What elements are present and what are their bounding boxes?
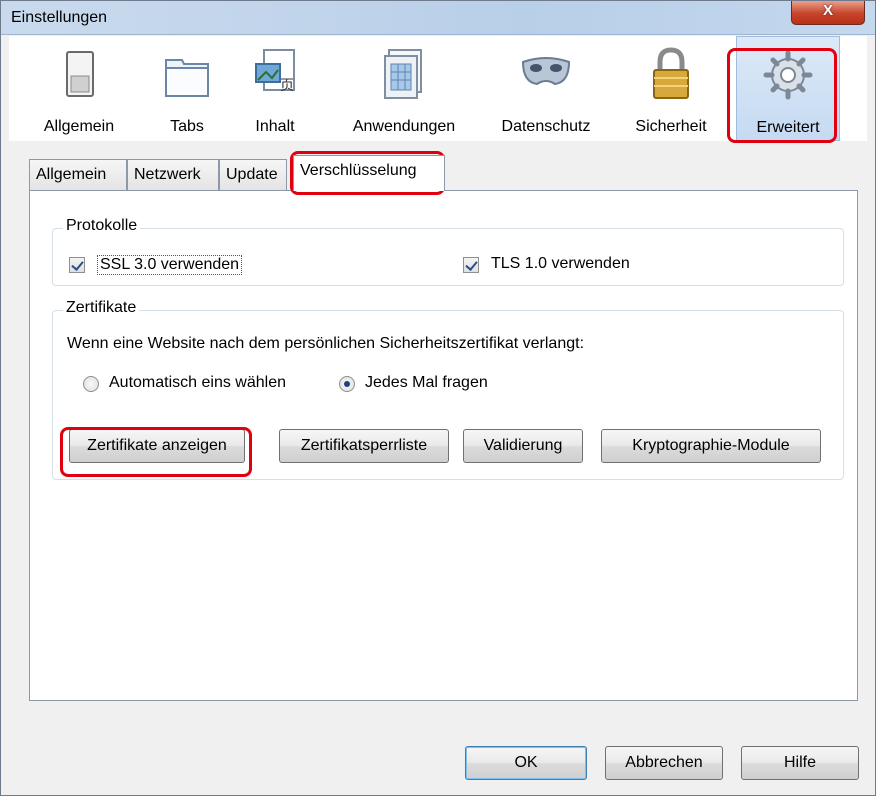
content-icon: 页 — [255, 49, 295, 94]
mask-icon — [521, 57, 571, 86]
toolbar-label: Anwendungen — [352, 118, 456, 135]
validation-button[interactable]: Validierung — [463, 429, 583, 463]
tab-update[interactable]: Update — [219, 159, 287, 191]
gear-icon — [763, 50, 813, 100]
tls-checkbox[interactable] — [463, 257, 479, 273]
crypto-modules-button[interactable]: Kryptographie-Module — [601, 429, 821, 463]
toolbar-item-allgemein[interactable]: Allgemein — [31, 36, 127, 141]
toolbar-item-sicherheit[interactable]: Sicherheit — [625, 36, 717, 141]
ok-button[interactable]: OK — [465, 746, 587, 780]
radio-auto-select[interactable] — [83, 376, 99, 392]
cancel-button[interactable]: Abbrechen — [605, 746, 723, 780]
toolbar-label: Erweitert — [756, 119, 820, 136]
category-toolbar: Allgemein Tabs 页 Inhalt Anwendungen Date… — [9, 36, 867, 141]
toolbar-label: Allgemein — [43, 118, 115, 135]
encryption-panel: Protokolle SSL 3.0 verwenden TLS 1.0 ver… — [29, 190, 858, 701]
toolbar-item-tabs[interactable]: Tabs — [147, 36, 227, 141]
switch-icon — [66, 51, 94, 97]
radio-ask-label[interactable]: Jedes Mal fragen — [365, 374, 488, 392]
tab-verschluesselung[interactable]: Verschlüsselung — [293, 155, 445, 191]
tabs-icon — [165, 59, 209, 97]
window-title: Einstellungen — [11, 9, 108, 26]
certificates-group-title: Zertifikate — [63, 299, 140, 317]
certificate-prompt: Wenn eine Website nach dem persönlichen … — [67, 335, 585, 352]
protocols-group: Protokolle SSL 3.0 verwenden TLS 1.0 ver… — [52, 217, 844, 286]
toolbar-item-anwendungen[interactable]: Anwendungen — [339, 36, 469, 141]
radio-auto-label[interactable]: Automatisch eins wählen — [109, 374, 286, 392]
toolbar-item-erweitert[interactable]: Erweitert — [736, 36, 840, 141]
radio-ask-every-time[interactable] — [339, 376, 355, 392]
view-certificates-button[interactable]: Zertifikate anzeigen — [69, 429, 245, 463]
protocols-group-title: Protokolle — [63, 217, 141, 235]
toolbar-label: Inhalt — [255, 118, 295, 135]
ssl-checkbox[interactable] — [69, 257, 85, 273]
toolbar-item-inhalt[interactable]: 页 Inhalt — [237, 36, 313, 141]
revocation-list-button[interactable]: Zertifikatsperrliste — [279, 429, 449, 463]
close-button[interactable]: X — [791, 1, 865, 25]
padlock-icon — [653, 47, 689, 99]
applications-icon — [384, 49, 422, 99]
certificates-group: Zertifikate Wenn eine Website nach dem p… — [52, 299, 844, 480]
tab-allgemein[interactable]: Allgemein — [29, 159, 127, 191]
toolbar-label: Tabs — [170, 118, 204, 135]
toolbar-label: Sicherheit — [635, 118, 707, 135]
ssl-label[interactable]: SSL 3.0 verwenden — [97, 255, 243, 275]
tab-netzwerk[interactable]: Netzwerk — [127, 159, 219, 191]
tls-label[interactable]: TLS 1.0 verwenden — [491, 255, 630, 273]
title-bar: Einstellungen X — [1, 1, 875, 35]
toolbar-item-datenschutz[interactable]: Datenschutz — [487, 36, 605, 141]
toolbar-label: Datenschutz — [501, 118, 591, 135]
preferences-dialog: Einstellungen X Allgemein Tabs 页 Inhalt … — [0, 0, 876, 796]
svg-text:页: 页 — [280, 78, 294, 94]
help-button[interactable]: Hilfe — [741, 746, 859, 780]
